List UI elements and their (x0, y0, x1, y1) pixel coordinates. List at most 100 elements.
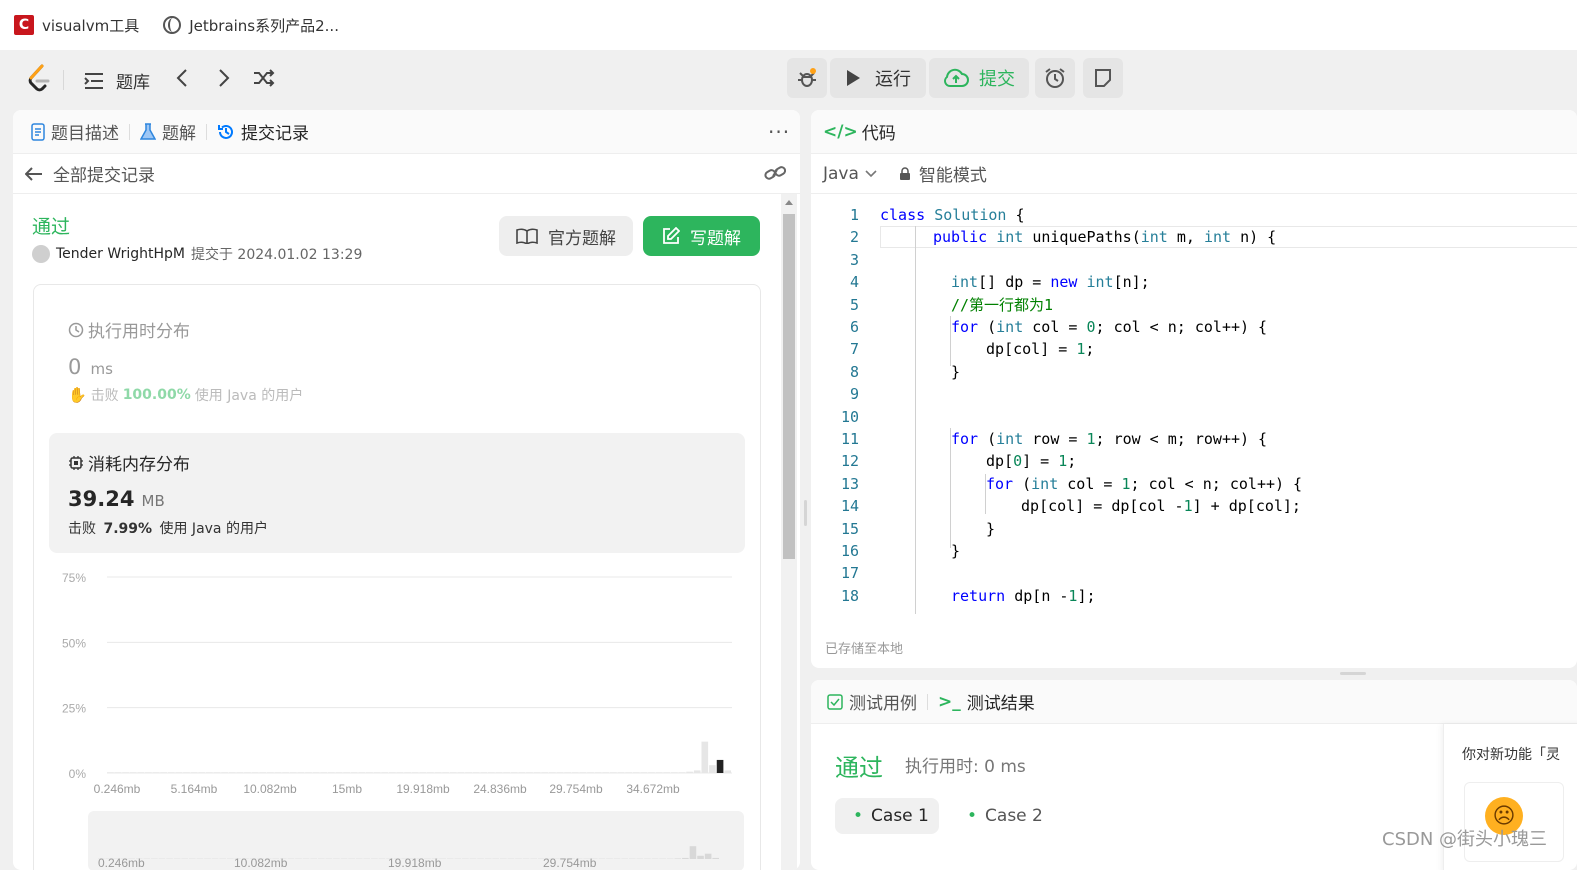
clap-icon: ✋ (68, 386, 87, 404)
tab-test-results[interactable]: >_ 测试结果 (938, 689, 1035, 714)
bookmark-jetbrains[interactable]: Jetbrains系列产品2... (163, 15, 339, 36)
code-tab-label[interactable]: 代码 (862, 119, 896, 144)
bar (259, 772, 266, 773)
arrow-left-icon[interactable] (25, 167, 43, 181)
bar (641, 772, 648, 773)
submission-status: 通过 (32, 212, 70, 239)
more-options-icon[interactable]: ··· (768, 120, 790, 144)
line-number: 8 (811, 361, 859, 383)
bar (359, 772, 366, 773)
vertical-resize-handle[interactable] (804, 500, 807, 526)
scroll-up-icon[interactable] (785, 200, 793, 205)
beats-prefix: 击败 (68, 521, 96, 537)
bar (503, 772, 510, 773)
bar (275, 772, 282, 773)
submissions-back-bar: 全部提交记录 (13, 154, 800, 194)
tab-description[interactable]: 题目描述 (31, 119, 119, 144)
run-button[interactable]: 运行 (830, 58, 926, 98)
terminal-icon: >_ (938, 692, 961, 712)
tab-divider (927, 694, 928, 710)
next-problem-button[interactable] (218, 68, 230, 88)
line-number: 4 (811, 271, 859, 293)
runtime-beats: ✋ 击败 100.00% 使用 Java 的用户 (68, 385, 303, 405)
official-solution-button[interactable]: 官方题解 (499, 216, 633, 256)
checkbox-icon (827, 694, 843, 710)
leetcode-logo[interactable] (26, 64, 52, 94)
official-solution-label: 官方题解 (548, 224, 616, 249)
tab-label: 测试结果 (967, 689, 1035, 714)
bar (633, 772, 640, 773)
bookmark-label: Jetbrains系列产品2... (189, 15, 339, 36)
bar (427, 772, 434, 773)
link-icon[interactable] (764, 166, 786, 180)
runtime-unit: ms (90, 360, 112, 378)
code-editor[interactable]: 1class Solution {2public int uniquePaths… (811, 204, 1577, 614)
debug-button[interactable] (787, 58, 827, 98)
submit-label: 提交 (979, 65, 1015, 91)
bookmark-visualvm[interactable]: C visualvm工具 (14, 15, 139, 36)
write-solution-button[interactable]: 写题解 (643, 216, 760, 256)
memory-range-slider[interactable]: 0.246mb10.082mb19.918mb29.754mb (88, 811, 744, 870)
tab-solutions[interactable]: 题解 (140, 119, 196, 144)
case-label: Case 1 (871, 806, 929, 826)
bar (145, 772, 152, 773)
line-number: 12 (811, 450, 859, 472)
test-status: 通过 (835, 748, 883, 783)
list-icon (84, 72, 104, 90)
random-problem-button[interactable] (253, 68, 275, 88)
left-scrollbar[interactable] (781, 194, 797, 870)
tab-label: 题解 (162, 119, 196, 144)
code-toolbar: Java 智能模式 (811, 154, 1577, 194)
case-1-tab[interactable]: • Case 1 (835, 798, 939, 834)
runtime-title[interactable]: 执行用时分布 (68, 317, 190, 342)
x-tick-label: 5.164mb (171, 782, 218, 795)
prev-problem-button[interactable] (176, 68, 188, 88)
feedback-question: 你对新功能「灵 (1462, 744, 1560, 764)
smart-mode-label[interactable]: 智能模式 (919, 161, 987, 186)
memory-distribution-chart[interactable]: 75%50%25%0%0.246mb5.164mb10.082mb15mb19.… (44, 565, 744, 795)
problem-list-button[interactable]: 题库 (84, 68, 150, 93)
bar (374, 772, 381, 773)
notes-button[interactable] (1083, 58, 1123, 98)
tab-label: 题目描述 (51, 119, 119, 144)
code-line: for (int row = 1; row < m; row++) { (951, 428, 1267, 450)
runtime-value: 0 ms (68, 355, 113, 379)
bar (694, 770, 701, 773)
bar (381, 772, 388, 773)
code-tab-bar: </> 代码 (811, 110, 1577, 154)
mini-bar (690, 846, 697, 859)
chevron-down-icon[interactable] (865, 170, 877, 178)
note-icon (1093, 68, 1113, 88)
all-submissions-link[interactable]: 全部提交记录 (53, 161, 155, 186)
case-2-tab[interactable]: • Case 2 (949, 798, 1053, 834)
language-select[interactable]: Java (823, 164, 859, 184)
code-line: //第一行都为1 (951, 294, 1053, 316)
timer-button[interactable] (1035, 58, 1075, 98)
bar (541, 772, 548, 773)
username[interactable]: Tender WrightHpM (56, 246, 185, 262)
tab-testcases[interactable]: 测试用例 (827, 689, 917, 714)
bar (671, 772, 678, 773)
bar (298, 772, 305, 773)
panel-resize-handle[interactable] (1340, 672, 1366, 675)
line-number: 5 (811, 294, 859, 316)
tab-submissions[interactable]: 提交记录 (217, 119, 309, 144)
memory-value: 39.24 MB (68, 487, 165, 511)
bar (663, 772, 670, 773)
memory-card[interactable]: 消耗内存分布 39.24 MB 击败 7.99% 使用 Java 的用户 (49, 433, 745, 553)
bar (450, 772, 457, 773)
mini-x-tick-label: 0.246mb (98, 856, 145, 870)
scrollbar-thumb[interactable] (783, 214, 795, 559)
problem-list-label: 题库 (116, 68, 150, 93)
bar (221, 772, 228, 773)
submit-button[interactable]: 提交 (929, 58, 1029, 98)
line-number: 16 (811, 540, 859, 562)
avatar[interactable] (32, 245, 50, 263)
bar (480, 772, 487, 773)
tab-divider (129, 124, 130, 140)
bar (366, 772, 373, 773)
bar (435, 772, 442, 773)
mini-bar (682, 858, 689, 859)
bar (267, 772, 274, 773)
y-tick-label: 0% (69, 767, 87, 781)
